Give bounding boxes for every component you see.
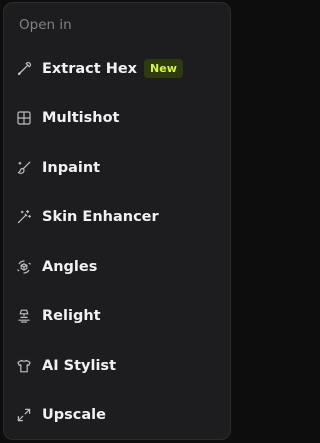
magic-wand-icon <box>16 209 32 225</box>
menu-list: Extract Hex New Multishot Inpaint Skin E… <box>4 44 230 440</box>
menu-item-ai-stylist[interactable]: AI Stylist <box>4 341 230 391</box>
lamp-icon <box>16 308 32 324</box>
menu-item-extract-hex[interactable]: Extract Hex New <box>4 44 230 94</box>
menu-item-skin-enhancer[interactable]: Skin Enhancer <box>4 193 230 243</box>
brush-icon <box>16 160 32 176</box>
shirt-icon <box>16 358 32 374</box>
menu-item-label: Multishot <box>42 110 120 127</box>
cube-rotate-icon <box>16 259 32 275</box>
menu-item-inpaint[interactable]: Inpaint <box>4 143 230 193</box>
menu-item-label: Extract Hex <box>42 60 138 77</box>
menu-item-label: Inpaint <box>42 159 101 176</box>
open-in-menu: Open in Extract Hex New Multishot Inpain… <box>3 2 231 440</box>
menu-item-label: Angles <box>42 258 98 275</box>
new-badge: New <box>144 59 183 79</box>
expand-icon <box>16 407 32 423</box>
menu-item-label: Skin Enhancer <box>42 209 159 226</box>
menu-item-relight[interactable]: Relight <box>4 292 230 342</box>
menu-item-label: AI Stylist <box>42 357 116 374</box>
eyedropper-icon <box>16 61 32 77</box>
menu-item-label: Relight <box>42 308 101 325</box>
grid-icon <box>16 110 32 126</box>
menu-item-multishot[interactable]: Multishot <box>4 94 230 144</box>
menu-item-angles[interactable]: Angles <box>4 242 230 292</box>
menu-header: Open in <box>19 17 72 33</box>
menu-item-label: Upscale <box>42 407 106 424</box>
menu-item-upscale[interactable]: Upscale <box>4 391 230 441</box>
